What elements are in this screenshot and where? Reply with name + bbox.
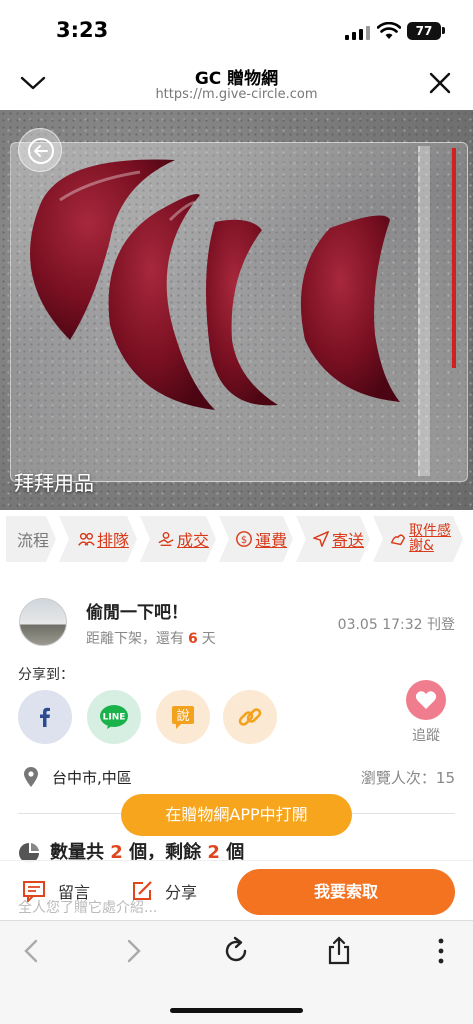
send-icon bbox=[312, 530, 330, 548]
flow-step-process[interactable]: 流程 bbox=[6, 516, 56, 562]
page-url: https://m.give-circle.com bbox=[155, 87, 318, 102]
share-label: 分享 bbox=[165, 883, 198, 902]
location-pin-icon bbox=[24, 767, 38, 787]
battery-icon: 77 bbox=[407, 22, 441, 40]
location-city: 台中市,中區 bbox=[52, 769, 132, 787]
flow-step-label: 寄送 bbox=[331, 531, 364, 550]
reload-icon[interactable] bbox=[220, 935, 252, 967]
forward-icon[interactable] bbox=[117, 935, 149, 967]
location-row: 台中市,中區 瀏覽人次：15 bbox=[18, 764, 455, 792]
view-count: 瀏覽人次：15 bbox=[360, 769, 455, 787]
flow-steps: 流程 排隊 成交 $ 運費 寄送 取件感謝& bbox=[0, 514, 473, 564]
flow-step-label: 取件感謝& bbox=[409, 523, 451, 554]
back-arrow-icon bbox=[28, 138, 54, 164]
page-title: GC 贈物網 bbox=[194, 69, 279, 89]
cellular-signal-icon bbox=[345, 26, 371, 40]
message-label: 留言 bbox=[58, 883, 91, 902]
flow-step-label: 運費 bbox=[254, 531, 287, 550]
heart-icon bbox=[406, 680, 446, 720]
action-bar: 全人您了贈它處介紹... 留言 分享 我要索取 bbox=[0, 860, 473, 920]
share-label: 分享到： bbox=[18, 667, 74, 683]
back-icon[interactable] bbox=[16, 935, 48, 967]
svg-text:$: $ bbox=[241, 535, 247, 546]
flow-step-label: 排隊 bbox=[96, 531, 129, 550]
line-icon: LINE bbox=[100, 705, 128, 729]
thanks-icon bbox=[389, 530, 407, 548]
speech-bubble-icon: 說 bbox=[172, 706, 194, 729]
posted-date: 03.05 17:32 刊登 bbox=[337, 617, 455, 633]
flow-step-label: 流程 bbox=[16, 531, 49, 550]
status-bar: 3:23 77 bbox=[0, 0, 473, 56]
open-in-app-button[interactable]: 在贈物網APP中打開 bbox=[121, 794, 352, 836]
line-icon-text: LINE bbox=[103, 713, 126, 723]
copy-link-button[interactable] bbox=[223, 690, 277, 744]
more-options-icon[interactable] bbox=[425, 935, 457, 967]
track-label: 追蹤 bbox=[412, 728, 440, 744]
avatar[interactable] bbox=[19, 598, 67, 646]
share-button[interactable]: 分享 bbox=[131, 879, 197, 903]
claim-button[interactable]: 我要索取 bbox=[237, 869, 455, 915]
flow-step-deal[interactable]: 成交 bbox=[140, 516, 216, 562]
time-remaining: 距離下架，還有 6 天 bbox=[86, 628, 216, 648]
flow-step-shipping-fee[interactable]: $ 運費 bbox=[219, 516, 293, 562]
people-icon bbox=[77, 530, 95, 548]
status-time: 3:23 bbox=[56, 18, 109, 42]
poster-row: 偷閒一下吧！ 距離下架，還有 6 天 03.05 17:32 刊登 bbox=[0, 592, 473, 652]
line-share-button[interactable]: LINE bbox=[87, 690, 141, 744]
battery-tip bbox=[442, 27, 445, 34]
facebook-icon bbox=[40, 707, 50, 727]
share-edit-icon bbox=[133, 881, 152, 900]
remain-suffix: 天 bbox=[201, 631, 216, 647]
close-icon[interactable] bbox=[425, 68, 455, 98]
home-indicator bbox=[170, 1008, 303, 1013]
track-button[interactable]: 追蹤 bbox=[396, 680, 456, 745]
poster-name[interactable]: 偷閒一下吧！ bbox=[86, 598, 188, 623]
flow-step-label: 成交 bbox=[176, 531, 209, 550]
forum-share-button[interactable]: 說 bbox=[156, 690, 210, 744]
flow-step-queue[interactable]: 排隊 bbox=[59, 516, 137, 562]
remain-prefix: 距離下架，還有 bbox=[86, 631, 184, 647]
back-arrow-button[interactable] bbox=[18, 128, 62, 172]
share-icon[interactable] bbox=[323, 935, 355, 967]
wifi-icon bbox=[377, 22, 401, 39]
link-icon bbox=[238, 708, 262, 726]
red-crescents-image bbox=[30, 159, 400, 410]
product-photo[interactable]: 拜拜用品 bbox=[0, 110, 473, 510]
share-row: LINE 說 追蹤 bbox=[18, 680, 458, 750]
dollar-icon: $ bbox=[235, 530, 253, 548]
speech-bubble-text: 說 bbox=[176, 708, 189, 724]
handshake-icon bbox=[157, 530, 175, 548]
photo-caption: 拜拜用品 bbox=[14, 471, 94, 495]
flow-step-send[interactable]: 寄送 bbox=[296, 516, 370, 562]
browser-header: GC 贈物網 https://m.give-circle.com bbox=[0, 56, 473, 110]
flow-step-pickup-thanks[interactable]: 取件感謝& bbox=[373, 516, 463, 562]
message-icon bbox=[23, 881, 45, 902]
message-button[interactable]: 留言 bbox=[22, 879, 90, 903]
remain-days: 6 bbox=[188, 631, 198, 647]
facebook-share-button[interactable] bbox=[18, 690, 72, 744]
